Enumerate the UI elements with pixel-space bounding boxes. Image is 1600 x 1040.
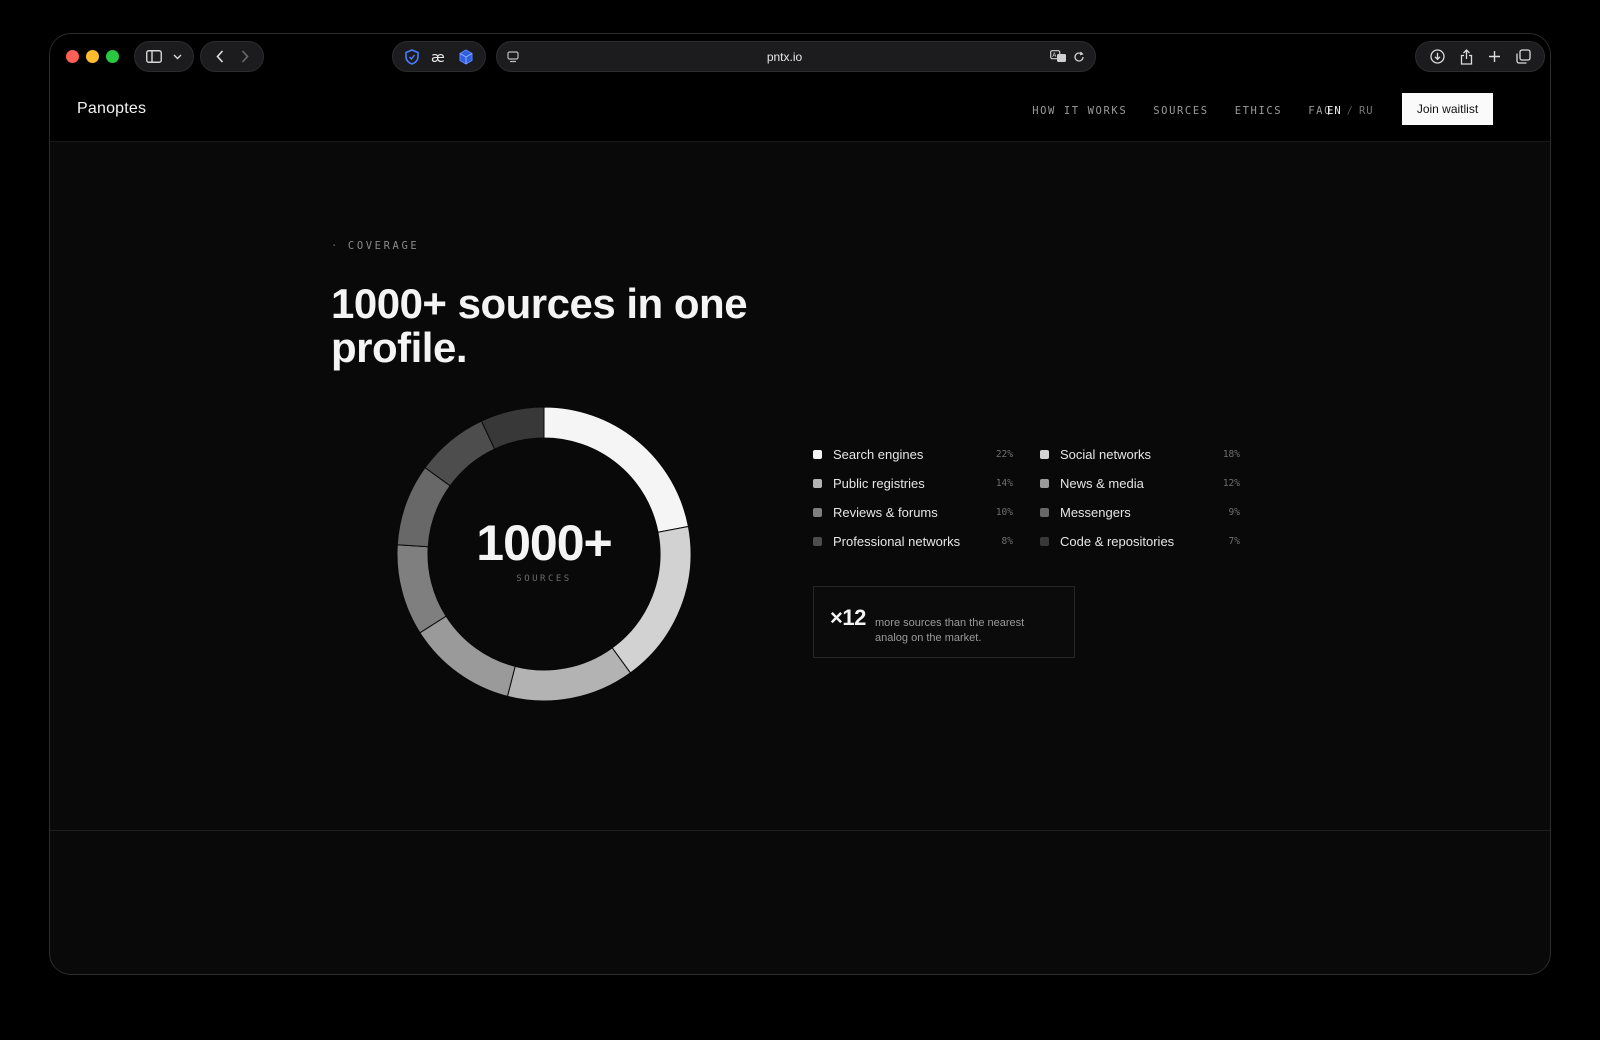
legend-value: 12% [1222, 477, 1240, 489]
legend-swatch [1040, 507, 1049, 517]
donut-center: 1000+ SOURCES [396, 518, 692, 584]
legend-item: Social networks 18% [1040, 444, 1240, 464]
sources-donut-chart: 1000+ SOURCES [396, 406, 692, 702]
legend-label: Search engines [833, 446, 924, 462]
eyebrow-dot: · [331, 240, 340, 252]
reload-icon[interactable] [1073, 51, 1085, 63]
legend-item: Search engines 22% [813, 444, 1013, 464]
chevron-down-icon[interactable] [173, 54, 182, 60]
legend-value: 18% [1222, 448, 1240, 460]
close-window-button[interactable] [66, 50, 79, 63]
lang-separator: / [1346, 105, 1354, 117]
join-waitlist-button[interactable]: Join waitlist [1402, 93, 1493, 125]
nav-how-it-works[interactable]: HOW IT WORKS [1032, 105, 1127, 117]
donut-center-value: 1000+ [476, 515, 612, 571]
download-icon[interactable] [1429, 49, 1445, 64]
legend-swatch [813, 478, 822, 488]
legend-swatch [1040, 536, 1049, 546]
donut-slice-news-media [419, 615, 516, 697]
sidebar-icon[interactable] [146, 50, 163, 63]
ae-extension-icon[interactable]: æ [430, 50, 448, 64]
legend-value: 7% [1228, 535, 1240, 547]
browser-toolbar: æ pntx.io A [50, 34, 1550, 80]
donut-center-label: SOURCES [516, 574, 572, 584]
stat-value: ×12 [830, 605, 866, 630]
minimize-window-button[interactable] [86, 50, 99, 63]
address-bar[interactable]: pntx.io A [496, 41, 1096, 72]
legend-value: 10% [995, 506, 1013, 518]
legend-item: News & media 12% [1040, 473, 1240, 493]
legend-item: Code & repositories 7% [1040, 531, 1240, 551]
section-eyebrow: · COVERAGE [331, 240, 419, 252]
logo[interactable]: Panoptes [77, 100, 146, 118]
legend-value: 9% [1228, 506, 1240, 518]
forward-icon[interactable] [241, 50, 249, 63]
main-nav: HOW IT WORKS SOURCES ETHICS FAQ [1032, 105, 1332, 117]
language-switcher: EN / RU [1327, 105, 1374, 117]
sidebar-toggle-group [134, 41, 194, 72]
comparison-stat-card: ×12 more sources than the nearest analog… [813, 586, 1075, 658]
legend-item: Public registries 14% [813, 473, 1013, 493]
share-icon[interactable] [1460, 48, 1473, 65]
donut-slice-search-engines [543, 406, 689, 533]
shield-extension-icon[interactable] [404, 48, 420, 65]
legend-swatch [1040, 449, 1049, 459]
legend-item: Reviews & forums 10% [813, 502, 1013, 522]
site-header: Panoptes HOW IT WORKS SOURCES ETHICS FAQ… [50, 80, 1550, 142]
legend-label: Reviews & forums [833, 504, 938, 520]
legend-value: 14% [995, 477, 1013, 489]
legend-swatch [813, 449, 822, 459]
url-text[interactable]: pntx.io [519, 50, 1050, 64]
stat-text: more sources than the nearest analog on … [875, 617, 1025, 644]
legend-label: News & media [1060, 475, 1144, 491]
reader-icon[interactable] [507, 50, 519, 63]
extensions-group: æ [392, 41, 486, 72]
nav-ethics[interactable]: ETHICS [1235, 105, 1283, 117]
legend-label: Code & repositories [1060, 533, 1175, 549]
legend-value: 8% [1001, 535, 1013, 547]
donut-slice-public-registries [506, 647, 632, 702]
zoom-window-button[interactable] [106, 50, 119, 63]
legend-label: Social networks [1060, 446, 1152, 462]
legend-value: 22% [995, 448, 1013, 460]
cube-extension-icon[interactable] [458, 48, 474, 65]
translate-icon[interactable]: A [1050, 50, 1067, 63]
svg-text:æ: æ [431, 50, 445, 64]
legend-item: Professional networks 8% [813, 531, 1013, 551]
lang-en[interactable]: EN [1327, 105, 1342, 117]
legend-label: Professional networks [833, 533, 961, 549]
new-tab-icon[interactable] [1488, 50, 1501, 63]
browser-window: æ pntx.io A Panoptes HOW IT WORKS SOURCE… [49, 33, 1551, 975]
legend-swatch [1040, 478, 1049, 488]
coverage-section: · COVERAGE 1000+ sources in one profile. … [50, 142, 1550, 831]
lang-ru[interactable]: RU [1359, 105, 1374, 117]
back-icon[interactable] [215, 50, 224, 63]
section-title: 1000+ sources in one profile. [331, 280, 748, 371]
tab-overview-icon[interactable] [1515, 49, 1531, 64]
legend-label: Messengers [1060, 504, 1131, 520]
history-nav-group [200, 41, 264, 72]
nav-sources[interactable]: SOURCES [1153, 105, 1208, 117]
legend-swatch [813, 507, 822, 517]
legend-swatch [813, 536, 822, 546]
eyebrow-text: COVERAGE [347, 240, 420, 252]
legend-item: Messengers 9% [1040, 502, 1240, 522]
svg-text:A: A [1052, 52, 1057, 59]
legend-label: Public registries [833, 475, 925, 491]
browser-actions-group [1415, 41, 1545, 72]
